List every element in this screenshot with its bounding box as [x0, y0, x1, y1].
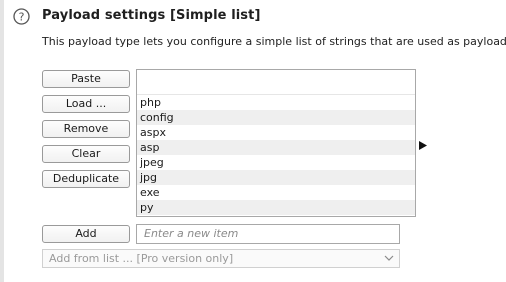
payload-list[interactable]: php config aspx asp jpeg jpg exe py	[136, 69, 416, 217]
svg-text:?: ?	[19, 11, 25, 24]
deduplicate-button[interactable]: Deduplicate	[42, 170, 130, 188]
clear-button[interactable]: Clear	[42, 145, 130, 163]
left-panel-strip	[0, 0, 4, 282]
paste-button[interactable]: Paste	[42, 70, 130, 88]
list-item[interactable]: asp	[137, 140, 415, 155]
payload-settings-title: Payload settings [Simple list]	[42, 8, 261, 23]
add-from-list-value: Add from list ... [Pro version only]	[49, 252, 234, 265]
list-item[interactable]: aspx	[137, 125, 415, 140]
list-item[interactable]: exe	[137, 185, 415, 200]
list-item[interactable]: py	[137, 200, 415, 215]
list-item[interactable]: php	[137, 95, 415, 110]
list-item[interactable]: jpeg	[137, 155, 415, 170]
help-icon[interactable]: ?	[13, 8, 30, 25]
payload-settings-description: This payload type lets you configure a s…	[42, 35, 506, 48]
list-item[interactable]: config	[137, 110, 415, 125]
add-from-list-select[interactable]: Add from list ... [Pro version only]	[42, 249, 400, 268]
play-arrow-icon[interactable]	[419, 141, 427, 150]
add-button[interactable]: Add	[42, 225, 130, 243]
list-item[interactable]: jpg	[137, 170, 415, 185]
remove-button[interactable]: Remove	[42, 120, 130, 138]
new-item-input[interactable]: Enter a new item	[136, 224, 400, 244]
load-button[interactable]: Load ...	[42, 95, 130, 113]
chevron-down-icon	[384, 255, 394, 261]
